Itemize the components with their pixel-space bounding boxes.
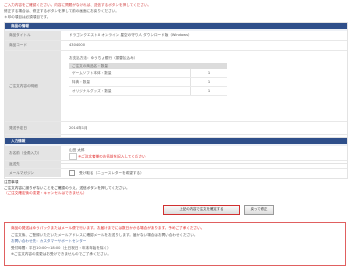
intro-line-3: ＊印の項目は必須項目です。: [4, 15, 51, 19]
order-item-row: 特典・数量 1: [69, 78, 227, 87]
value-check: 受け取る（ニュースレターを希望する）: [61, 169, 347, 177]
submit-order-button[interactable]: 上記の内容で注文を確定する: [163, 205, 240, 215]
order-item-name: 特典・数量: [72, 80, 90, 84]
value-name-cell: 山田 太郎 ※ご注文者様のお名前を記入してください: [61, 146, 347, 160]
value-mail: [61, 161, 347, 168]
newsletter-checkbox[interactable]: [69, 170, 75, 176]
customer-section: 入力情報 お名前（全角入力） 山田 太郎 ※ご注文者様のお名前を記入してください…: [4, 137, 348, 179]
notes-line-2-text: ご注文内容に誤りがないことをご確認のうえ、送信ボタンを押してください。: [4, 185, 130, 190]
order-item-row: ゲームソフト本体・数量 1: [69, 69, 227, 78]
payment-method: お支払方法：ゆうちょ銀行（振替払込み）: [69, 56, 138, 60]
row-product-name: 商品タイトル ドラゴンクエストX オンライン 星空の守り人 ダウンロード版（Wi…: [5, 31, 347, 41]
newsletter-label: 受け取る（ニュースレターを希望する）: [79, 171, 144, 175]
label-order-detail: ご注文内容の明細: [5, 51, 61, 121]
order-item-qty: 1: [190, 69, 227, 77]
name-note-line: ※ご注文者様のお名前を記入してください: [69, 153, 347, 160]
row-product-code: 商品コード 4304000: [5, 41, 347, 51]
order-item-qty: 1: [190, 78, 227, 86]
value-order-detail: お支払方法：ゆうちょ銀行（振替払込み） ご注文の商品名・数量 ゲームソフト本体・…: [61, 51, 347, 121]
order-item-row: オリジナルグッズ・数量 1: [69, 87, 227, 96]
row-check: メールマガジン 受け取る（ニュースレターを希望する）: [5, 169, 347, 177]
notes-line-3: （ご注文確定後の変更・キャンセルはできません）: [4, 191, 87, 195]
label-name: お名前（全角入力）: [5, 146, 61, 160]
order-item-qty: 1: [190, 87, 227, 95]
label-check: メールマガジン: [5, 169, 61, 177]
warning-line-5: ※ご注文内容の変更はお受けできませんのでご了承ください。: [11, 252, 111, 256]
label-product-code: 商品コード: [5, 41, 61, 50]
value-ship-date: 2014年1月: [69, 126, 88, 130]
order-item-name: ゲームソフト本体・数量: [72, 71, 112, 75]
value-product-code: 4304000: [69, 43, 86, 47]
intro-text: ご入力内容をご確認ください。内容に問題がなければ、送信するボタンを押してください…: [4, 2, 340, 20]
label-ship-date: 発送予定日: [5, 122, 61, 134]
value-product-name: ドラゴンクエストX オンライン 星空の守り人 ダウンロード版（Windows）: [69, 33, 192, 37]
row-ship-date: 発送予定日 2014年1月: [5, 122, 347, 135]
row-name: お名前（全角入力） 山田 太郎 ※ご注文者様のお名前を記入してください: [5, 146, 347, 161]
name-input[interactable]: [69, 153, 77, 160]
back-button[interactable]: 戻って修正: [244, 205, 274, 215]
row-mail: 返送先: [5, 161, 347, 169]
label-product-name: 商品タイトル: [5, 31, 61, 40]
order-items-table: ご注文の商品名・数量 ゲームソフト本体・数量 1 特典・数量 1 オリジナルグッ…: [69, 63, 227, 96]
order-item-name: オリジナルグッズ・数量: [72, 89, 112, 93]
name-note: ※ご注文者様のお名前を記入してください: [78, 154, 146, 159]
row-order-detail: ご注文内容の明細 お支払方法：ゆうちょ銀行（振替払込み） ご注文の商品名・数量 …: [5, 51, 347, 122]
notes: 注意事項 ご注文内容に誤りがないことをご確認のうえ、送信ボタンを押してください。…: [4, 180, 334, 197]
warning-box: 商品の発送はゆうパックまたはメール便で行います。お届けまでには数日かかる場合があ…: [4, 222, 346, 266]
label-mail: 返送先: [5, 161, 61, 168]
